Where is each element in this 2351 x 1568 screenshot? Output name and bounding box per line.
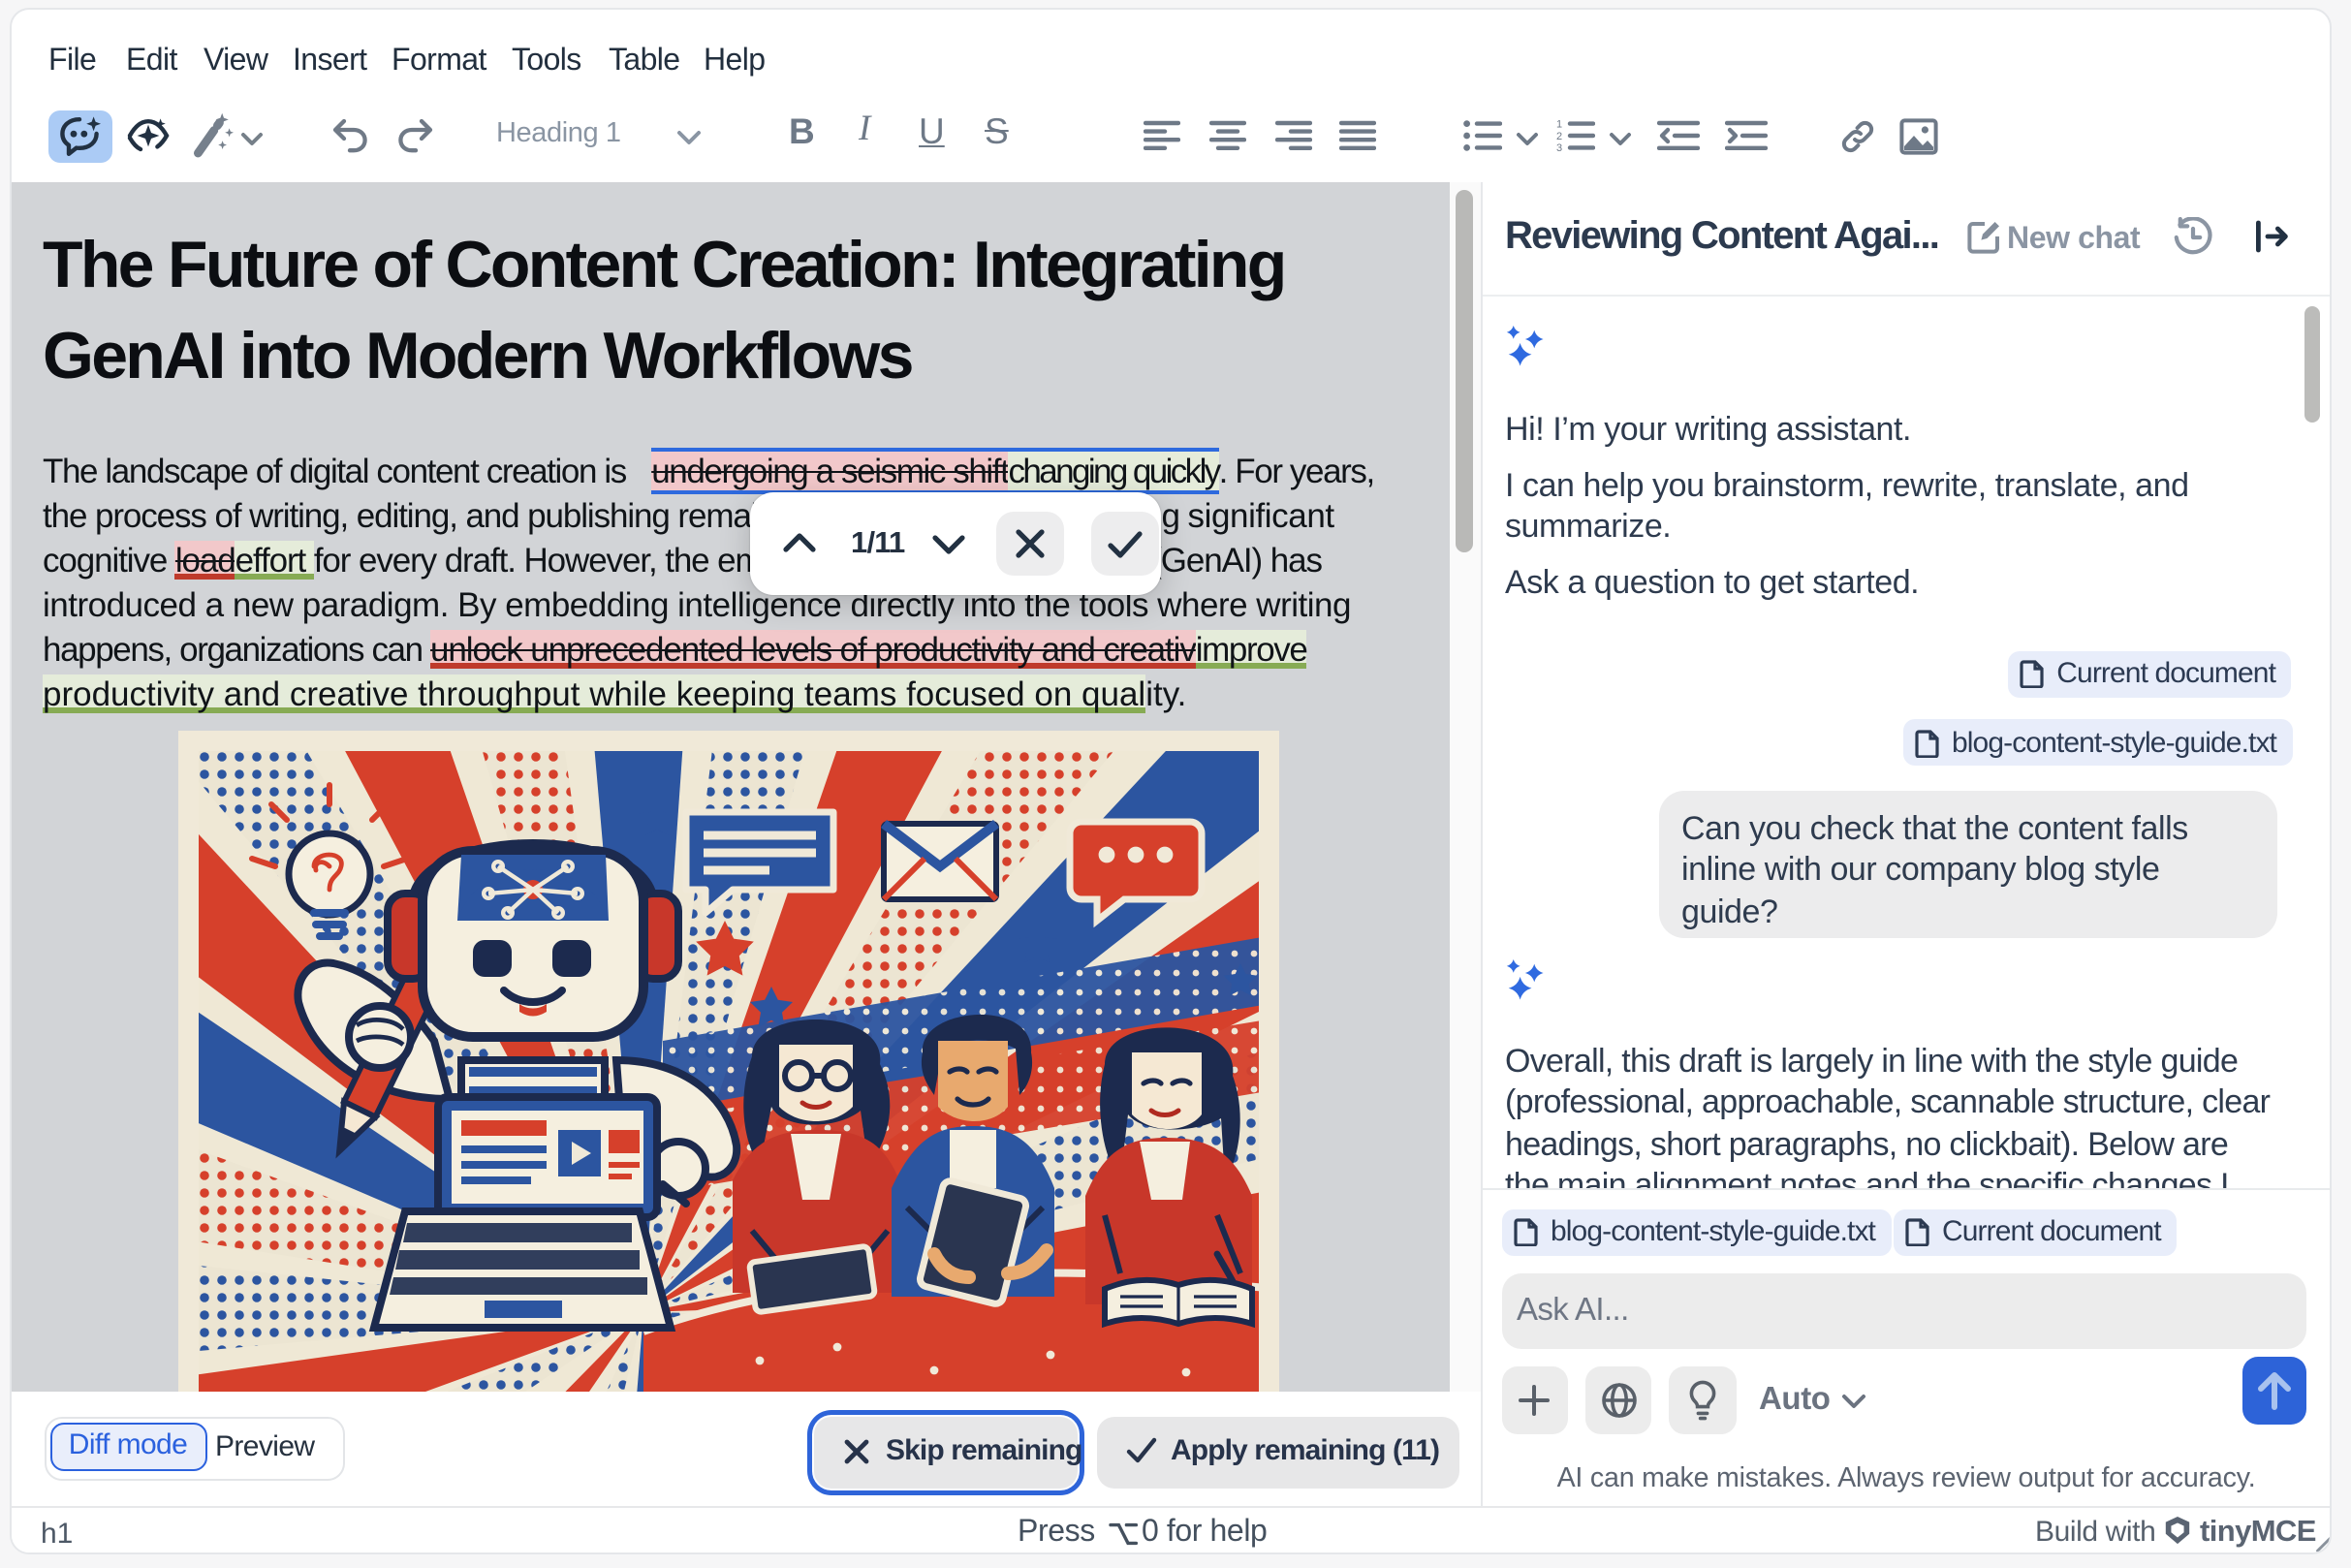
- svg-text:3: 3: [1556, 141, 1562, 150]
- svg-text:1: 1: [1556, 119, 1562, 130]
- svg-text:2: 2: [1556, 130, 1562, 141]
